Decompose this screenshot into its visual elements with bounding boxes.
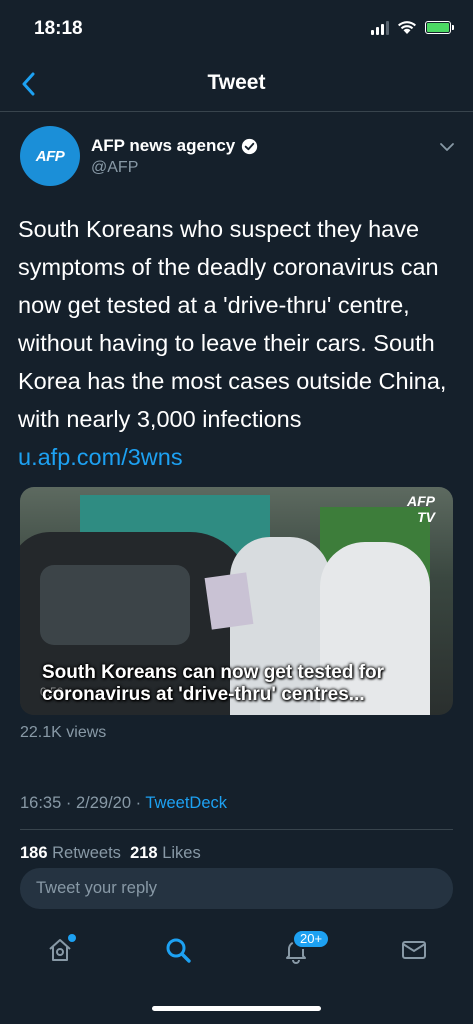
avatar-logo-text: AFP — [35, 147, 65, 165]
media-scene — [40, 565, 190, 645]
chevron-down-icon[interactable] — [438, 138, 456, 156]
tweet-stats: 186 Retweets 218 Likes — [20, 844, 201, 860]
divider — [20, 829, 453, 830]
search-icon — [166, 938, 191, 963]
tweet-body: South Koreans who suspect they have symp… — [18, 216, 447, 432]
status-time: 18:18 — [34, 18, 83, 39]
tab-notifications[interactable]: 20+ — [278, 929, 331, 968]
tweet-meta: 16:35 · 2/29/20 · TweetDeck — [20, 794, 227, 813]
tab-home[interactable] — [42, 932, 78, 968]
verified-badge-icon — [242, 138, 258, 154]
like-count[interactable]: 218 — [130, 844, 158, 860]
home-indicator — [152, 1006, 321, 1011]
status-icons — [371, 20, 454, 35]
battery-icon — [425, 21, 454, 34]
media-scene — [204, 572, 254, 630]
page-title: Tweet — [207, 71, 266, 94]
reply-input[interactable] — [20, 868, 453, 909]
tab-messages[interactable] — [396, 932, 432, 968]
tweet-text: South Koreans who suspect they have symp… — [18, 210, 458, 476]
new-content-dot — [68, 934, 76, 942]
author-name[interactable]: AFP news agency — [91, 136, 235, 156]
status-bar: 18:18 — [0, 0, 473, 56]
media-watermark: AFP TV — [407, 493, 435, 525]
view-count: 22.1K views — [20, 724, 107, 741]
media-caption: South Koreans can now get tested for cor… — [42, 662, 385, 705]
nav-header: Tweet — [0, 56, 473, 112]
notifications-badge: 20+ — [292, 929, 331, 949]
mail-icon — [402, 941, 426, 959]
tweet-header: AFP AFP news agency @AFP — [20, 126, 460, 188]
tweet-link[interactable]: u.afp.com/3wns — [18, 444, 183, 470]
tweet-timestamp: 16:35 · 2/29/20 · — [20, 794, 142, 812]
avatar[interactable]: AFP — [20, 126, 80, 186]
author-name-row[interactable]: AFP news agency — [91, 136, 258, 156]
retweet-count[interactable]: 186 — [20, 844, 48, 860]
signal-icon — [371, 20, 389, 35]
likes-label[interactable]: Likes — [162, 844, 201, 860]
author-handle[interactable]: @AFP — [91, 159, 138, 177]
retweets-label[interactable]: Retweets — [52, 844, 121, 860]
tab-bar: 20+ — [0, 918, 473, 982]
video-thumbnail[interactable]: AFP TV 0:50 South Koreans can now get te… — [20, 487, 453, 715]
wifi-icon — [398, 21, 416, 34]
tab-search[interactable] — [160, 932, 196, 968]
tweet-source-link[interactable]: TweetDeck — [145, 794, 227, 812]
